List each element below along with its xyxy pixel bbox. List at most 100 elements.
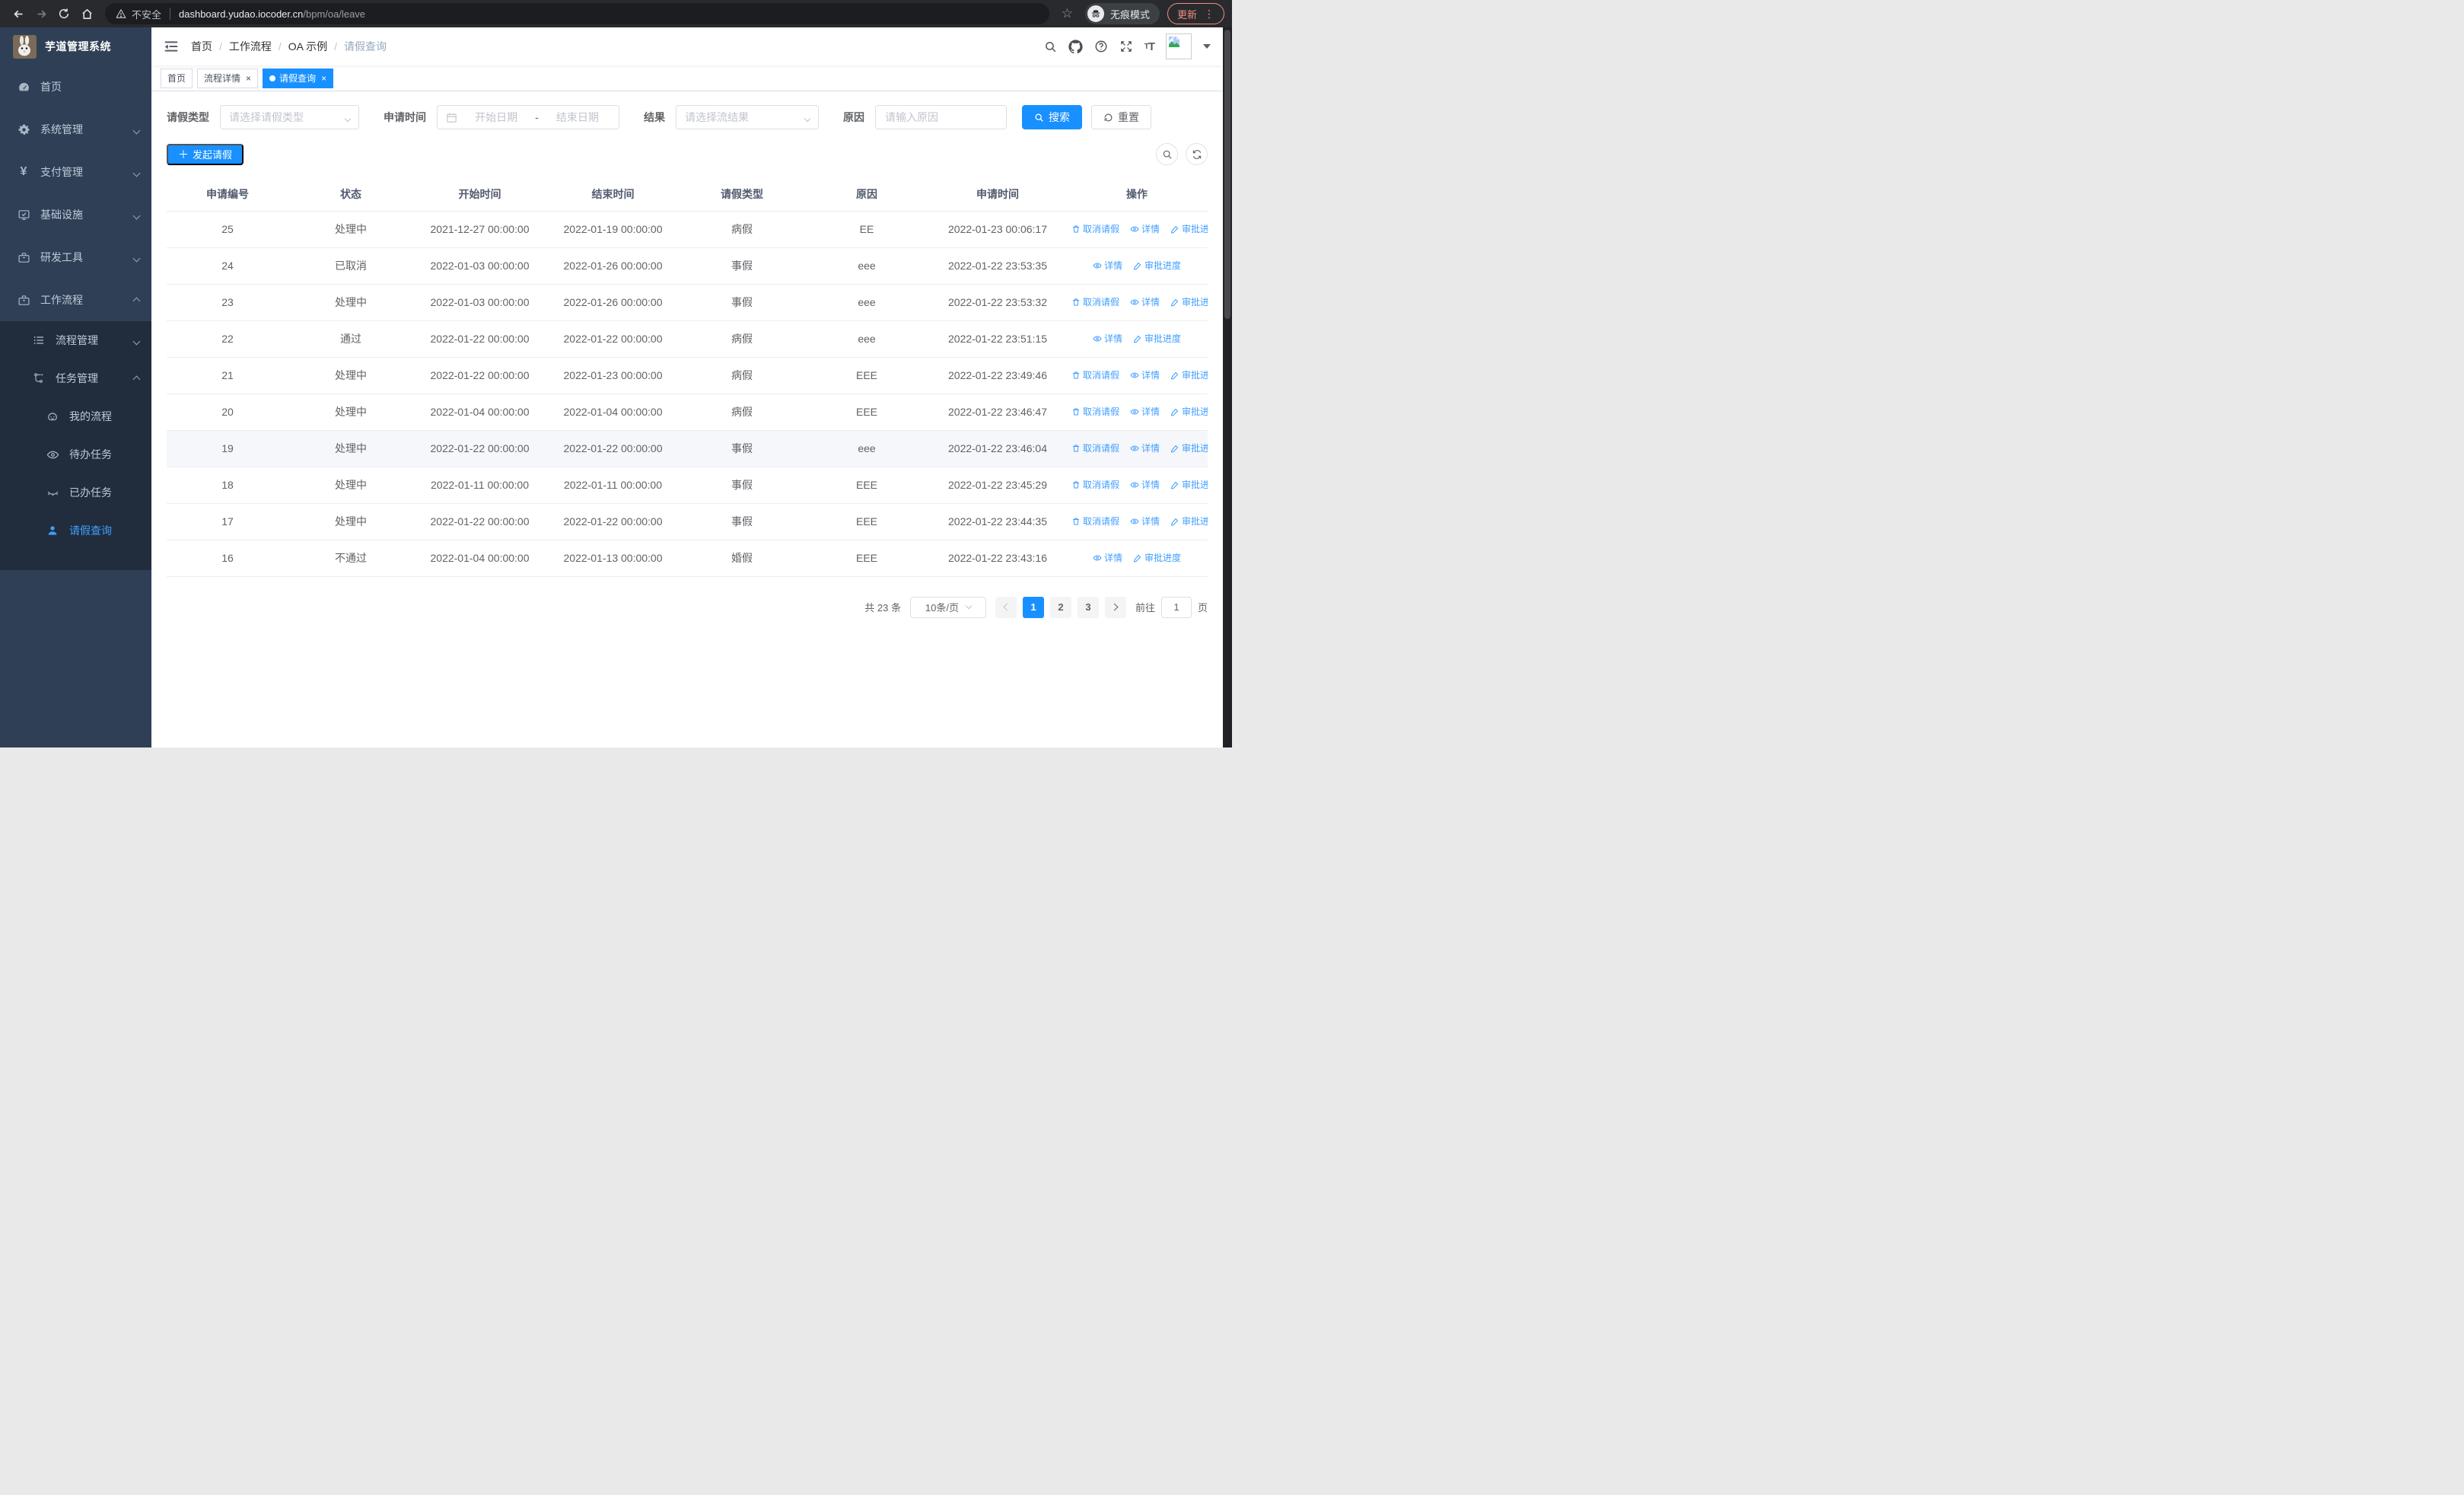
browser-reload-button[interactable] (53, 3, 75, 24)
sidebar-item-infra[interactable]: 基础设施 (0, 193, 151, 236)
app-logo (13, 34, 37, 59)
table-row: 25 处理中 2021-12-27 00:00:00 2022-01-19 00:0… (167, 211, 1208, 248)
detail-link[interactable]: 详情 (1130, 515, 1160, 528)
breadcrumb-item[interactable]: OA 示例 (288, 39, 327, 54)
next-page-button[interactable] (1104, 596, 1126, 618)
sidebar-item-workflow[interactable]: 工作流程 (0, 279, 151, 321)
table-row: 16 不通过 2022-01-04 00:00:00 2022-01-13 00:0… (167, 540, 1208, 577)
approval-progress-link[interactable]: 审批进度 (1133, 259, 1181, 272)
approval-progress-link[interactable]: 审批进度 (1133, 551, 1181, 564)
detail-link[interactable]: 详情 (1130, 441, 1160, 454)
prev-page-button[interactable] (995, 596, 1017, 618)
column-header: 申请编号 (167, 177, 288, 212)
tags-view: 首页 流程详情 × 请假查询 × (151, 65, 1223, 91)
toolbox-icon (15, 251, 32, 264)
approval-progress-link[interactable]: 审批进度 (1170, 405, 1208, 418)
table-row: 24 已取消 2022-01-03 00:00:00 2022-01-26 00:0… (167, 247, 1208, 285)
tab-process-detail[interactable]: 流程详情 × (197, 68, 259, 88)
cancel-leave-link[interactable]: 取消请假 (1071, 515, 1119, 528)
sidebar-item-done-tasks[interactable]: 已办任务 (0, 473, 151, 512)
detail-link[interactable]: 详情 (1130, 478, 1160, 491)
sidebar-item-home[interactable]: 首页 (0, 65, 151, 108)
page-button-2[interactable]: 2 (1049, 596, 1071, 618)
approval-progress-link[interactable]: 审批进度 (1170, 441, 1208, 454)
sidebar-fold-icon[interactable] (164, 39, 179, 54)
sidebar-item-payment[interactable]: ¥ 支付管理 (0, 151, 151, 193)
approval-progress-link[interactable]: 审批进度 (1170, 295, 1208, 308)
sidebar-item-task-mgmt[interactable]: 任务管理 (0, 359, 151, 397)
page-button-3[interactable]: 3 (1077, 596, 1099, 618)
refresh-button[interactable] (1186, 143, 1208, 165)
sidebar-item-todo-tasks[interactable]: 待办任务 (0, 435, 151, 473)
avatar-caret-icon[interactable] (1203, 44, 1211, 49)
detail-link[interactable]: 详情 (1093, 259, 1122, 272)
tab-leave-query[interactable]: 请假查询 × (263, 68, 334, 88)
navbar: 首页 / 工作流程 / OA 示例 / 请假查询 TT (151, 27, 1223, 65)
goto-page-input[interactable] (1160, 596, 1192, 618)
browser-update-button[interactable]: 更新 ⋮ (1167, 3, 1224, 24)
page-size-select[interactable]: 10条/页 (909, 596, 986, 618)
detail-link[interactable]: 详情 (1093, 551, 1122, 564)
breadcrumb-item[interactable]: 首页 (191, 39, 212, 54)
cancel-leave-link[interactable]: 取消请假 (1071, 368, 1119, 381)
app-logo-row: 芋道管理系统 (0, 27, 151, 65)
toggle-search-button[interactable] (1156, 143, 1178, 165)
detail-link[interactable]: 详情 (1130, 222, 1160, 235)
browser-scrollbar[interactable] (1223, 27, 1232, 748)
avatar[interactable] (1166, 33, 1192, 59)
result-select[interactable]: 请选择流结果 (676, 105, 819, 129)
sidebar-item-process-mgmt[interactable]: 流程管理 (0, 321, 151, 359)
approval-progress-link[interactable]: 审批进度 (1170, 515, 1208, 528)
sidebar-item-devtools[interactable]: 研发工具 (0, 236, 151, 279)
browser-home-button[interactable] (76, 3, 97, 24)
search-button[interactable]: 搜索 (1022, 105, 1082, 129)
chevron-down-icon (804, 111, 811, 123)
fullscreen-icon[interactable] (1119, 40, 1133, 53)
approval-progress-link[interactable]: 审批进度 (1170, 368, 1208, 381)
close-icon[interactable]: × (321, 74, 326, 83)
detail-link[interactable]: 详情 (1130, 368, 1160, 381)
help-icon[interactable] (1094, 40, 1108, 53)
sidebar-item-leave-query[interactable]: 请假查询 (0, 512, 151, 550)
approval-progress-link[interactable]: 审批进度 (1170, 478, 1208, 491)
cancel-leave-link[interactable]: 取消请假 (1071, 441, 1119, 454)
bookmark-star-icon[interactable]: ☆ (1062, 6, 1073, 21)
tab-home[interactable]: 首页 (161, 68, 193, 88)
table-header-row: 申请编号 状态 开始时间 结束时间 请假类型 原因 申请时间 操作 (167, 177, 1208, 212)
cancel-leave-link[interactable]: 取消请假 (1071, 478, 1119, 491)
browser-forward-button[interactable] (30, 3, 52, 24)
incognito-icon (1087, 5, 1104, 22)
browser-menu-icon[interactable]: ⋮ (1204, 8, 1214, 19)
detail-link[interactable]: 详情 (1130, 295, 1160, 308)
address-bar[interactable]: 不安全 dashboard.yudao.iocoder.cn/bpm/oa/le… (105, 3, 1049, 24)
create-leave-button[interactable]: ＋ 发起请假 (167, 143, 244, 165)
leave-type-select[interactable]: 请选择请假类型 (220, 105, 359, 129)
font-size-icon[interactable]: TT (1144, 40, 1155, 53)
cancel-leave-link[interactable]: 取消请假 (1071, 222, 1119, 235)
breadcrumb-item[interactable]: 工作流程 (229, 39, 272, 54)
close-icon[interactable]: × (246, 74, 251, 83)
scrollbar-thumb[interactable] (1224, 30, 1230, 319)
detail-link[interactable]: 详情 (1130, 405, 1160, 418)
github-icon[interactable] (1068, 39, 1083, 54)
sidebar-item-system[interactable]: 系统管理 (0, 108, 151, 151)
header-search-icon[interactable] (1044, 40, 1057, 53)
reset-button[interactable]: 重置 (1091, 105, 1151, 129)
page-button-1[interactable]: 1 (1022, 596, 1044, 618)
filter-label: 申请时间 (384, 111, 426, 123)
browser-back-button[interactable] (8, 3, 29, 24)
sidebar-item-label: 首页 (40, 81, 62, 93)
cancel-leave-link[interactable]: 取消请假 (1071, 405, 1119, 418)
active-dot-icon (269, 75, 276, 81)
approval-progress-link[interactable]: 审批进度 (1170, 222, 1208, 235)
reason-input[interactable] (875, 105, 1007, 129)
sidebar-item-label: 任务管理 (56, 372, 98, 384)
date-range-picker[interactable]: 开始日期 - 结束日期 (437, 105, 619, 129)
sidebar-item-my-process[interactable]: 我的流程 (0, 397, 151, 435)
filter-leave-type: 请假类型 请选择请假类型 (167, 105, 359, 129)
detail-link[interactable]: 详情 (1093, 332, 1122, 345)
cancel-leave-link[interactable]: 取消请假 (1071, 295, 1119, 308)
chevron-down-icon (344, 111, 352, 123)
sidebar-item-label: 基础设施 (40, 209, 83, 221)
approval-progress-link[interactable]: 审批进度 (1133, 332, 1181, 345)
